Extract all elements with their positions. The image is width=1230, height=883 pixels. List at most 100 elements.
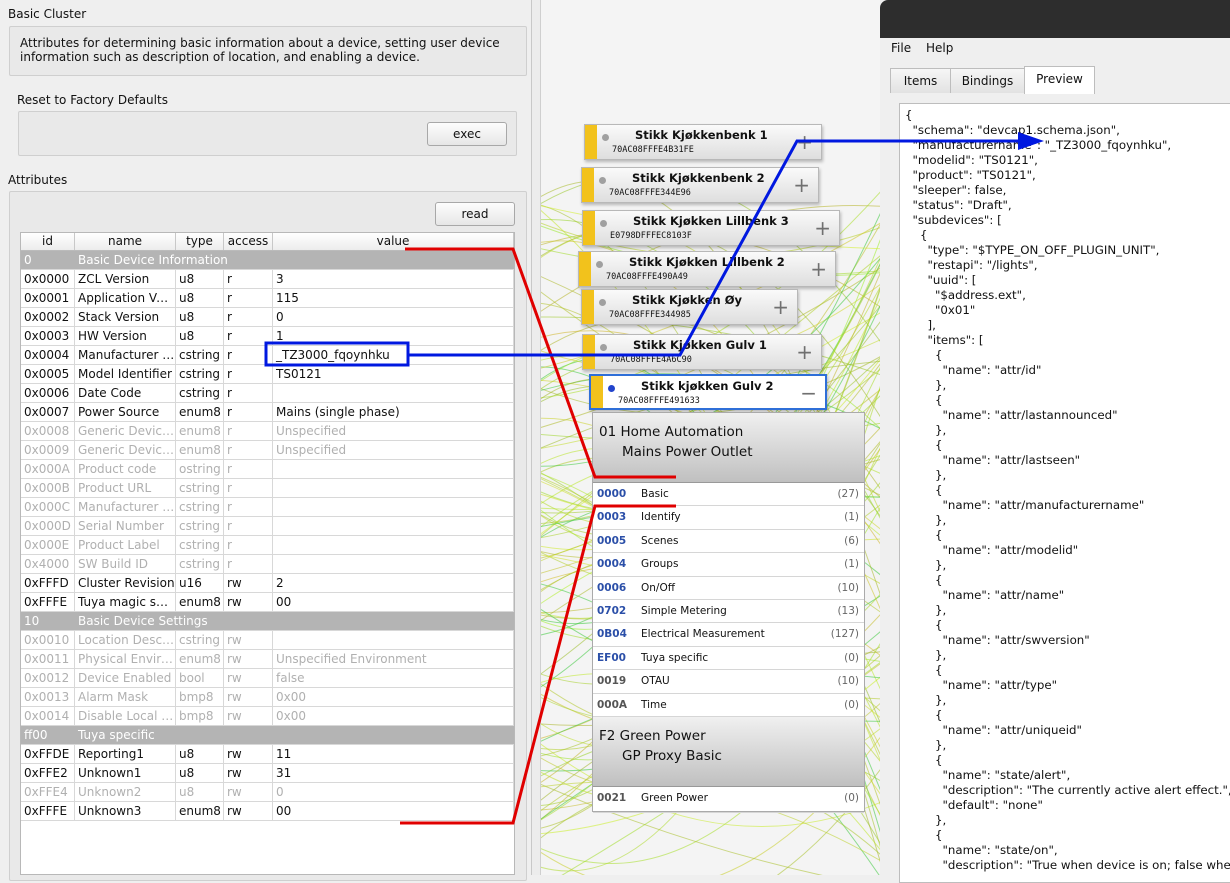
device-node[interactable]: Stikk Kjøkken Gulv 1 70AC08FFFE4A6C90 +	[582, 334, 822, 370]
read-button[interactable]: read	[435, 202, 515, 226]
table-row[interactable]: 0x0014Disable Local Configbmp8rw0x00	[21, 707, 514, 726]
cell-value[interactable]	[273, 498, 514, 516]
exec-button[interactable]: exec	[427, 122, 507, 146]
table-row[interactable]: 0x0013 Alarm Mask bmp8 rw 0x00	[21, 688, 514, 707]
window-titlebar[interactable]	[880, 0, 1230, 38]
table-row[interactable]: 0x0005 Model Identifier cstring r TS0121	[21, 365, 514, 384]
expand-icon[interactable]: +	[796, 340, 813, 364]
table-row[interactable]: 0x0011Physical Environmentenum8rwUnspeci…	[21, 650, 514, 669]
cell-value[interactable]: Mains (single phase)	[273, 403, 514, 421]
cluster-item[interactable]: 000A Time (0)	[593, 694, 864, 717]
cluster-item[interactable]: 0006 On/Off (10)	[593, 577, 864, 600]
table-group-row[interactable]: 0 Basic Device Information	[21, 251, 514, 270]
cell-value[interactable]	[273, 536, 514, 554]
cell-value[interactable]: 3	[273, 270, 514, 288]
table-row[interactable]: 0xFFE2 Unknown1 u8 rw 31	[21, 764, 514, 783]
json-preview[interactable]: { "schema": "devcap1.schema.json", "manu…	[899, 103, 1230, 883]
cell-value[interactable]: 0	[273, 308, 514, 326]
cell-value[interactable]: 11	[273, 745, 514, 763]
cell-value[interactable]: Unspecified	[273, 422, 514, 440]
cell-value[interactable]: 00	[273, 593, 514, 611]
cell-value[interactable]: TS0121	[273, 365, 514, 383]
cluster-item[interactable]: 0B04 Electrical Measurement (127)	[593, 623, 864, 647]
table-row[interactable]: 0xFFDE Reporting1 u8 rw 11	[21, 745, 514, 764]
cell-value[interactable]: 115	[273, 289, 514, 307]
tab-preview[interactable]: Preview	[1024, 66, 1095, 94]
table-row[interactable]: 0x0009Generic Device Typeenum8rUnspecifi…	[21, 441, 514, 460]
cluster-item[interactable]: 0021 Green Power (0)	[593, 787, 864, 813]
cell-value[interactable]	[273, 631, 514, 649]
menu-file[interactable]: File	[891, 41, 911, 55]
node-graph[interactable]: Stikk Kjøkkenbenk 1 70AC08FFFE4B31FE + Stik…	[541, 0, 881, 875]
cell-value[interactable]	[273, 517, 514, 535]
cell-value[interactable]	[273, 460, 514, 478]
menu-help[interactable]: Help	[926, 41, 953, 55]
cluster-item[interactable]: 0019 OTAU (10)	[593, 670, 864, 694]
cell-value[interactable]	[273, 384, 514, 402]
column-header[interactable]: type	[176, 233, 224, 250]
table-row[interactable]: 0x0002 Stack Version u8 r 0	[21, 308, 514, 327]
cell-value[interactable]: Unspecified	[273, 441, 514, 459]
column-header[interactable]: value	[273, 233, 514, 250]
table-row[interactable]: 0x4000 SW Build ID cstring r	[21, 555, 514, 574]
device-node[interactable]: Stikk Kjøkken Lillbenk 2 70AC08FFFE490A49…	[578, 251, 836, 287]
cell-value[interactable]: 0x00	[273, 688, 514, 706]
device-node[interactable]: Stikk kjøkken Gulv 2 70AC08FFFE491633 −	[589, 374, 827, 410]
device-node[interactable]: Stikk Kjøkkenbenk 2 70AC08FFFE344E96 +	[581, 167, 819, 203]
endpoint-header[interactable]: F2 Green Power GP Proxy Basic	[593, 716, 864, 787]
tab-items[interactable]: Items	[890, 68, 951, 93]
cell-value[interactable]: 31	[273, 764, 514, 782]
column-header[interactable]: name	[75, 233, 176, 250]
cluster-item[interactable]: 0000 Basic (27)	[593, 483, 864, 507]
cluster-item[interactable]: 0004 Groups (1)	[593, 553, 864, 577]
cell-value[interactable]: 0	[273, 783, 514, 801]
table-row[interactable]: 0x000E Product Label cstring r	[21, 536, 514, 555]
table-row[interactable]: 0x000D Serial Number cstring r	[21, 517, 514, 536]
table-row[interactable]: 0x0001Application Versionu8r115	[21, 289, 514, 308]
expand-icon[interactable]: +	[796, 130, 813, 154]
cell-value[interactable]: 0x00	[273, 707, 514, 725]
table-row[interactable]: 0x000A Product code ostring r	[21, 460, 514, 479]
expand-icon[interactable]: +	[793, 173, 810, 197]
table-row[interactable]: 0x000CManufacturer Version Detailscstrin…	[21, 498, 514, 517]
cluster-item[interactable]: EF00 Tuya specific (0)	[593, 647, 864, 671]
endpoint-header[interactable]: 01 Home Automation Mains Power Outlet	[593, 413, 864, 483]
table-row[interactable]: 0x0010Location Descriptioncstringrw	[21, 631, 514, 650]
expand-icon[interactable]: +	[772, 295, 789, 319]
cell-value[interactable]: 2	[273, 574, 514, 592]
cluster-item[interactable]: 0005 Scenes (6)	[593, 530, 864, 554]
collapse-icon[interactable]: −	[800, 381, 817, 405]
table-row[interactable]: 0x0004Manufacturer Namecstringr_TZ3000_f…	[21, 346, 514, 365]
cell-value[interactable]: _TZ3000_fqoynhku	[273, 346, 514, 364]
cell-value[interactable]: false	[273, 669, 514, 687]
device-node[interactable]: Stikk Kjøkkenbenk 1 70AC08FFFE4B31FE +	[584, 124, 822, 160]
table-row[interactable]: 0x0006 Date Code cstring r	[21, 384, 514, 403]
cell-value[interactable]	[273, 555, 514, 573]
cell-value[interactable]: 1	[273, 327, 514, 345]
cluster-item[interactable]: 0702 Simple Metering (13)	[593, 600, 864, 624]
table-row[interactable]: 0x0008Generic Device Classenum8rUnspecif…	[21, 422, 514, 441]
tab-bindings[interactable]: Bindings	[950, 68, 1025, 93]
table-row[interactable]: 0xFFFE Unknown3 enum8 rw 00	[21, 802, 514, 821]
cell-value[interactable]	[273, 479, 514, 497]
table-row[interactable]: 0x0000 ZCL Version u8 r 3	[21, 270, 514, 289]
column-header[interactable]: access	[224, 233, 273, 250]
table-row[interactable]: 0x0007 Power Source enum8 r Mains (single ph…	[21, 403, 514, 422]
table-group-row[interactable]: ff00 Tuya specific	[21, 726, 514, 745]
table-row[interactable]: 0xFFE4 Unknown2 u8 rw 0	[21, 783, 514, 802]
expand-icon[interactable]: +	[810, 257, 827, 281]
table-row[interactable]: 0xFFFE Tuya magic spell enum8 rw 00	[21, 593, 514, 612]
table-row[interactable]: 0x000B Product URL cstring r	[21, 479, 514, 498]
table-row[interactable]: 0xFFFD Cluster Revision u16 rw 2	[21, 574, 514, 593]
column-header[interactable]: id	[21, 233, 75, 250]
cluster-item[interactable]: 0003 Identify (1)	[593, 506, 864, 530]
expand-icon[interactable]: +	[814, 216, 831, 240]
device-node[interactable]: Stikk Kjøkken Lillbenk 3 E0798DFFFEC8103F…	[582, 210, 840, 246]
device-node[interactable]: Stikk Kjøkken Øy 70AC08FFFE344985 +	[581, 289, 798, 325]
splitter-handle[interactable]	[532, 0, 541, 875]
table-group-row[interactable]: 10 Basic Device Settings	[21, 612, 514, 631]
table-row[interactable]: 0x0003 HW Version u8 r 1	[21, 327, 514, 346]
cell-value[interactable]: Unspecified Environment	[273, 650, 514, 668]
table-row[interactable]: 0x0012 Device Enabled bool rw false	[21, 669, 514, 688]
cell-value[interactable]: 00	[273, 802, 514, 820]
